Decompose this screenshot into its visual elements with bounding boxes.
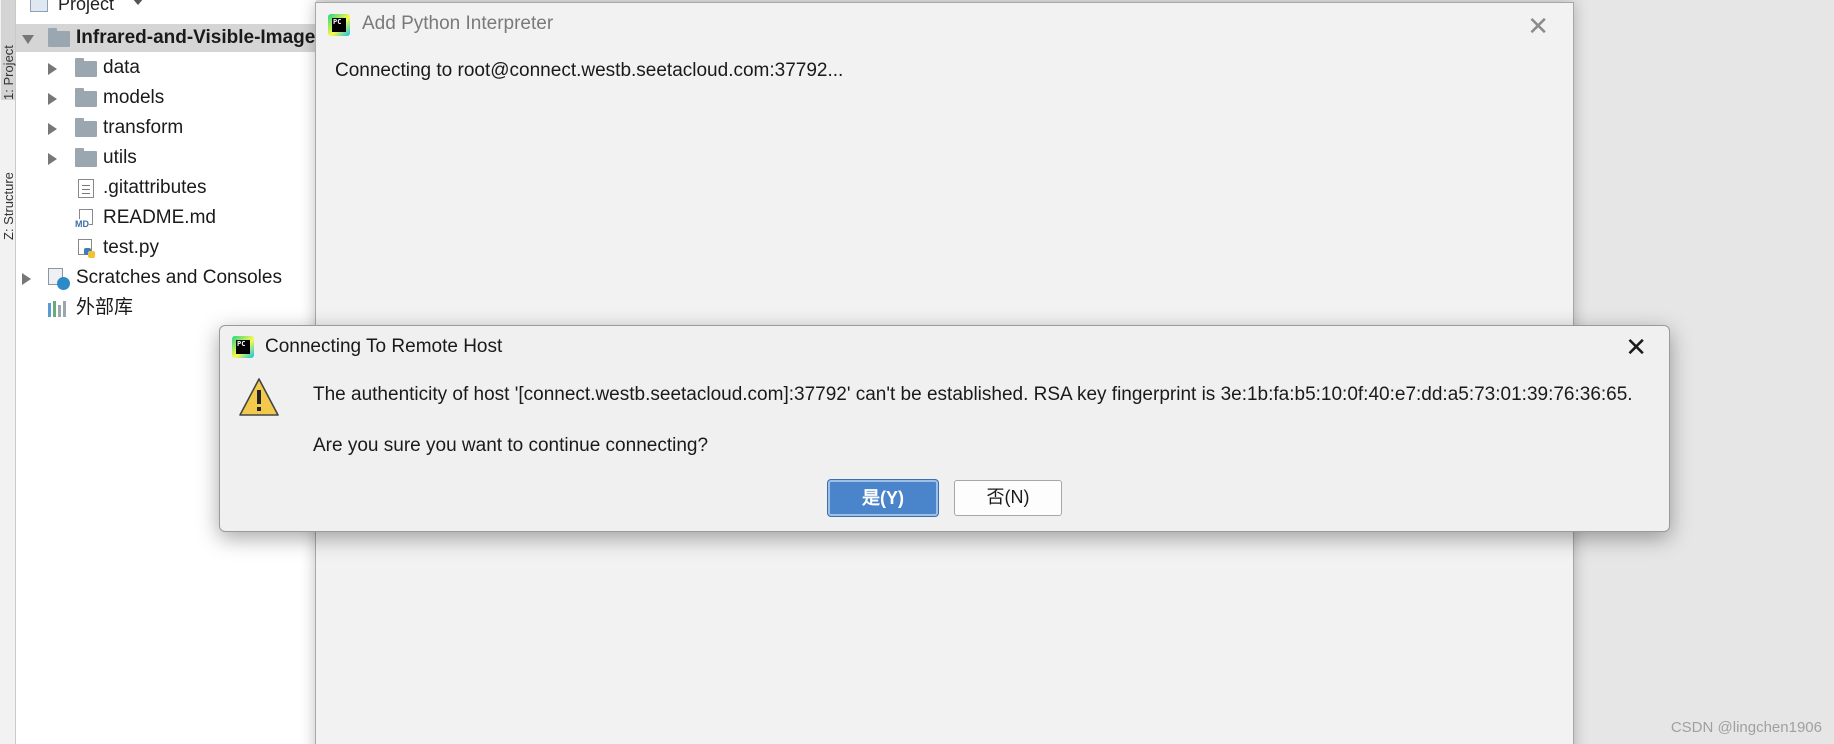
dialog-title: Connecting To Remote Host	[265, 336, 503, 357]
tree-item-label: .gitattributes	[103, 177, 207, 198]
tree-item-label: test.py	[103, 237, 159, 258]
project-view-label: Project	[58, 0, 115, 14]
connection-status-text: Connecting to root@connect.westb.seetacl…	[335, 60, 844, 81]
folder-icon	[75, 88, 97, 107]
scratches-clock-icon	[48, 268, 70, 290]
tree-item-data[interactable]: data	[16, 54, 316, 82]
library-bars-icon	[48, 301, 70, 317]
tree-item-transform[interactable]: transform	[16, 114, 316, 142]
yes-button[interactable]: 是(Y)	[828, 480, 938, 516]
remote-host-dialog: PC Connecting To Remote Host ✕ The authe…	[219, 325, 1670, 532]
tree-item-utils[interactable]: utils	[16, 144, 316, 172]
tree-item-label: README.md	[103, 207, 216, 228]
tree-item-readme[interactable]: MD README.md	[16, 204, 316, 232]
close-icon[interactable]: ✕	[1527, 13, 1549, 39]
tree-item-label: transform	[103, 117, 184, 138]
text-file-icon	[78, 179, 94, 198]
host-authenticity-message: The authenticity of host '[connect.westb…	[313, 384, 1633, 405]
chevron-down-icon[interactable]	[132, 0, 144, 5]
tree-item-test-py[interactable]: test.py	[16, 234, 316, 262]
collapse-arrow-icon[interactable]	[48, 153, 57, 165]
project-tool-tab[interactable]: 1: Project	[1, 0, 16, 100]
pycharm-logo-icon: PC	[232, 336, 254, 358]
tree-item-external-libraries[interactable]: 外部库	[16, 294, 316, 322]
warning-icon	[239, 378, 279, 416]
tree-item-label: models	[103, 87, 165, 108]
project-view-icon	[30, 0, 48, 12]
folder-icon	[75, 58, 97, 77]
pycharm-logo-icon: PC	[328, 14, 350, 36]
tree-item-gitattributes[interactable]: .gitattributes	[16, 174, 316, 202]
collapse-arrow-icon[interactable]	[48, 93, 57, 105]
continue-question: Are you sure you want to continue connec…	[313, 435, 709, 456]
close-icon[interactable]: ✕	[1625, 334, 1647, 360]
python-file-icon	[76, 239, 96, 259]
project-panel-header[interactable]: Project	[16, 0, 316, 14]
tree-item-label: data	[103, 57, 140, 78]
tree-root-label: Infrared-and-Visible-Image	[76, 27, 316, 48]
tree-item-label: utils	[103, 147, 137, 168]
tree-item-label: 外部库	[76, 297, 134, 318]
expand-arrow-icon[interactable]	[22, 35, 34, 44]
collapse-arrow-icon[interactable]	[22, 273, 31, 285]
folder-icon	[75, 148, 97, 167]
watermark: CSDN @lingchen1906	[1670, 719, 1822, 736]
folder-icon	[48, 28, 70, 47]
tree-root-project[interactable]: Infrared-and-Visible-Image	[16, 24, 316, 52]
dialog-title: Add Python Interpreter	[362, 13, 554, 34]
collapse-arrow-icon[interactable]	[48, 63, 57, 75]
folder-icon	[75, 118, 97, 137]
tree-item-scratches[interactable]: Scratches and Consoles	[16, 264, 316, 292]
structure-tool-tab[interactable]: Z: Structure	[1, 120, 16, 240]
tool-window-strip: 1: Project Z: Structure	[0, 0, 16, 744]
tree-item-label: Scratches and Consoles	[76, 267, 282, 288]
tree-item-models[interactable]: models	[16, 84, 316, 112]
no-button[interactable]: 否(N)	[954, 480, 1062, 516]
collapse-arrow-icon[interactable]	[48, 123, 57, 135]
markdown-file-icon: MD	[75, 209, 95, 229]
